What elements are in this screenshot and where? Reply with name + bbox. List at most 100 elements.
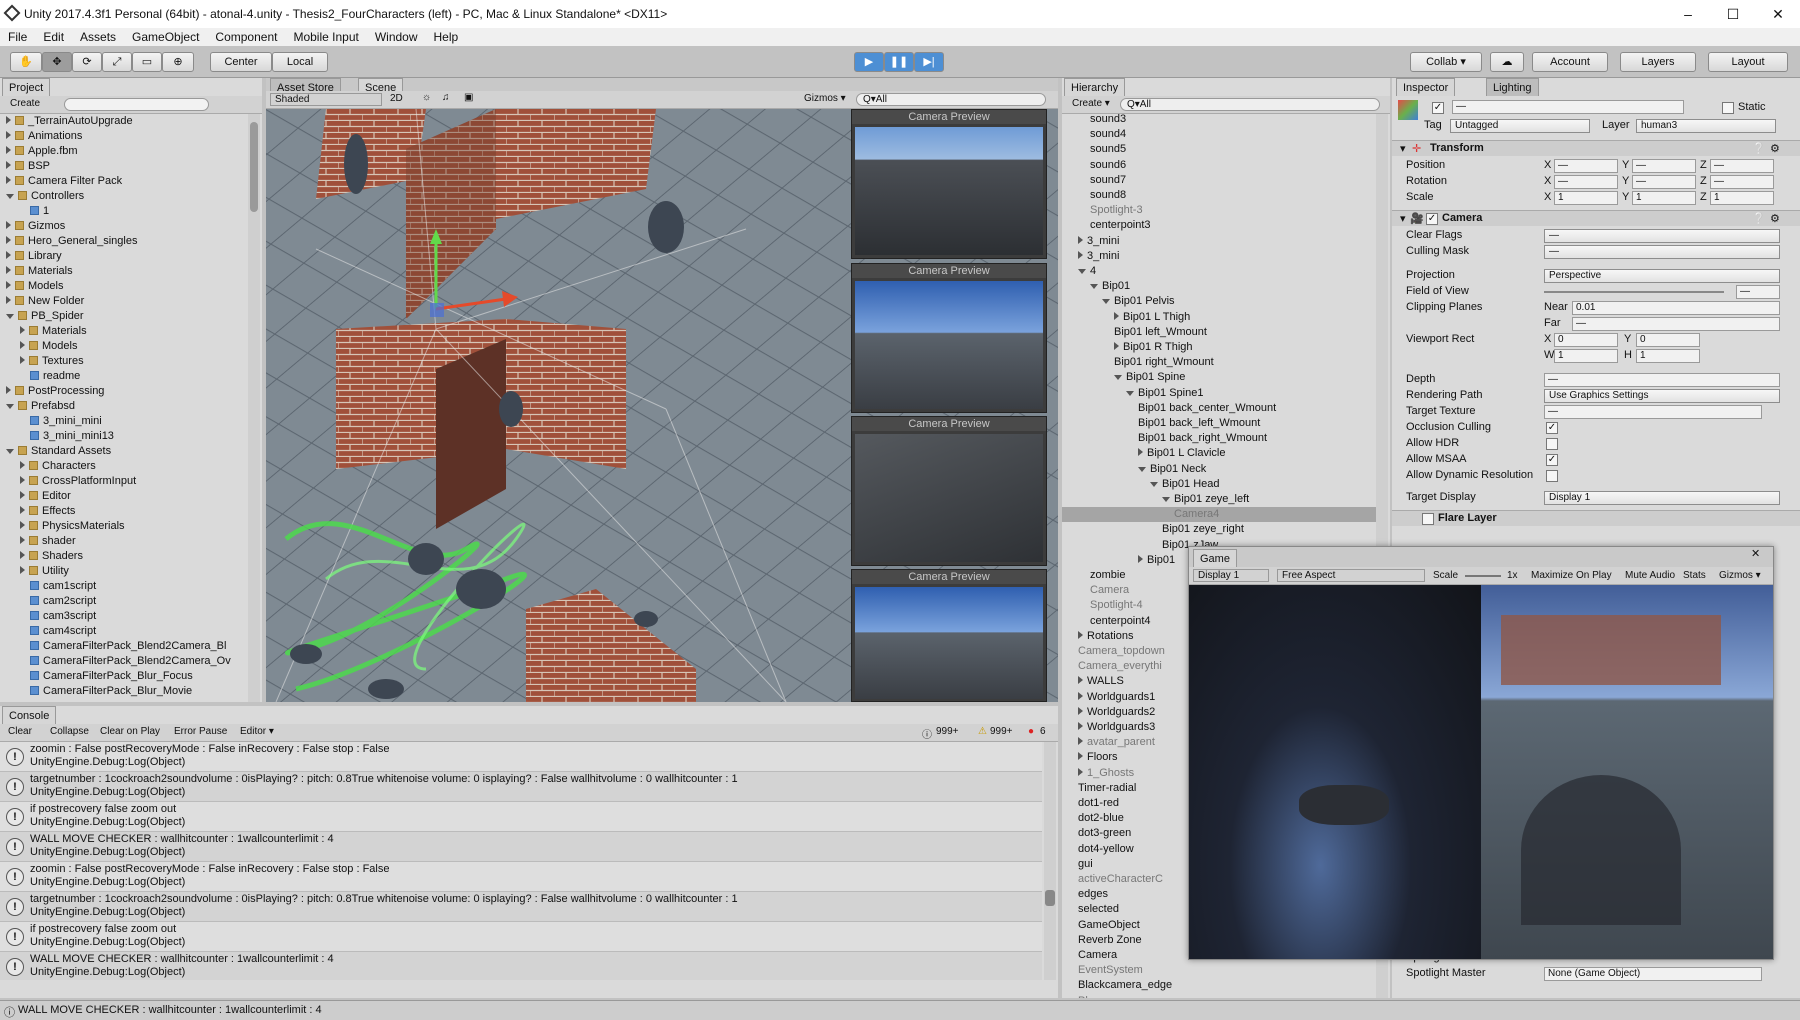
menu-file[interactable]: File [0, 30, 35, 44]
expand-arrow-icon[interactable] [20, 326, 25, 334]
game-aspect-dropdown[interactable]: Free Aspect [1277, 569, 1425, 582]
rotation-y-input[interactable]: — [1632, 175, 1696, 189]
scale-tool-icon[interactable]: ⤢ [102, 52, 132, 72]
project-item[interactable]: Utility [20, 564, 69, 579]
console-entry[interactable]: ! WALL MOVE CHECKER : wallhitcounter : 1w… [0, 832, 1042, 862]
expand-arrow-icon[interactable] [20, 536, 25, 544]
console-editor-dropdown[interactable]: Editor ▾ [240, 726, 274, 737]
console-entry[interactable]: ! if postrecovery false zoom out UnityEng… [0, 922, 1042, 952]
console-clear-button[interactable]: Clear [8, 726, 32, 737]
minimize-button[interactable]: – [1666, 0, 1710, 28]
expand-arrow-icon[interactable] [1090, 284, 1098, 290]
hierarchy-item[interactable]: sound5 [1062, 142, 1376, 157]
clear-flags-dropdown[interactable]: — [1544, 229, 1780, 243]
viewport-x-input[interactable]: 0 [1554, 333, 1618, 347]
console-scrollbar[interactable] [1044, 742, 1056, 980]
hierarchy-item[interactable]: Bip01 back_center_Wmount [1062, 401, 1376, 416]
expand-arrow-icon[interactable] [1078, 250, 1083, 259]
hierarchy-item[interactable]: Bip01 L Clavicle [1062, 446, 1376, 461]
move-tool-icon[interactable]: ✥ [42, 52, 72, 72]
project-item[interactable]: PhysicsMaterials [20, 519, 125, 534]
layers-dropdown[interactable]: Layers [1620, 52, 1696, 72]
project-item[interactable]: CameraFilterPack_Blur_Focus [20, 669, 193, 684]
static-checkbox[interactable] [1722, 102, 1734, 114]
hierarchy-item[interactable]: Bip01 Pelvis [1062, 294, 1376, 309]
project-item[interactable]: Materials [20, 324, 87, 339]
project-item[interactable]: cam2script [20, 594, 96, 609]
hierarchy-item[interactable]: Bip01 L Thigh [1062, 310, 1376, 325]
culling-mask-dropdown[interactable]: — [1544, 245, 1780, 259]
target-texture-field[interactable]: — [1544, 405, 1762, 419]
project-item[interactable]: Prefabsd [6, 399, 75, 414]
expand-arrow-icon[interactable] [6, 194, 14, 199]
expand-arrow-icon[interactable] [6, 251, 11, 259]
console-clear-on-play-button[interactable]: Clear on Play [100, 726, 160, 737]
console-error-pause-button[interactable]: Error Pause [174, 726, 227, 737]
transform-header[interactable]: ▾ ✛ Transform ❔ ⚙ [1392, 140, 1800, 156]
project-item[interactable]: CameraFilterPack_Blend2Camera_Bl [20, 639, 226, 654]
expand-arrow-icon[interactable] [6, 449, 14, 454]
project-item[interactable]: Editor [20, 489, 71, 504]
project-item[interactable]: shader [20, 534, 76, 549]
expand-arrow-icon[interactable] [1162, 497, 1170, 502]
project-item[interactable]: Camera Filter Pack [6, 174, 122, 189]
hierarchy-item[interactable]: Bip01 left_Wmount [1062, 325, 1376, 340]
console-entry[interactable]: ! if postrecovery false zoom out UnityEng… [0, 802, 1042, 832]
near-input[interactable]: 0.01 [1572, 301, 1780, 315]
expand-arrow-icon[interactable] [6, 221, 11, 229]
shading-mode-dropdown[interactable]: Shaded [270, 93, 382, 106]
project-item[interactable]: Controllers [6, 189, 84, 204]
expand-arrow-icon[interactable] [20, 551, 25, 559]
rotation-z-input[interactable]: — [1710, 175, 1774, 189]
play-button-icon[interactable]: ▶ [854, 52, 884, 72]
project-item[interactable]: Materials [6, 264, 73, 279]
viewport-w-input[interactable]: 1 [1554, 349, 1618, 363]
hierarchy-item[interactable]: centerpoint3 [1062, 218, 1376, 233]
expand-arrow-icon[interactable] [1078, 691, 1083, 700]
gameobject-name-input[interactable]: — [1452, 100, 1684, 114]
scene-search-input[interactable]: Q▾All [856, 93, 1046, 106]
project-item[interactable]: CameraFilterPack_Blend2Camera_Ov [20, 654, 231, 669]
console-scroll-thumb[interactable] [1045, 890, 1055, 906]
rotate-tool-icon[interactable]: ⟳ [72, 52, 102, 72]
warning-count-icon[interactable]: ⚠ [978, 726, 987, 737]
active-checkbox[interactable]: ✓ [1432, 102, 1444, 114]
hierarchy-item[interactable]: Bip01 zeye_left [1062, 492, 1376, 507]
menu-gameobject[interactable]: GameObject [124, 30, 207, 44]
project-create-button[interactable]: Create [10, 98, 40, 109]
component-settings-icon[interactable]: ⚙ [1770, 142, 1780, 155]
game-gizmos-dropdown[interactable]: Gizmos ▾ [1719, 570, 1761, 581]
expand-arrow-icon[interactable] [1078, 676, 1083, 685]
tag-dropdown[interactable]: Untagged [1450, 119, 1590, 133]
scale-y-input[interactable]: 1 [1632, 191, 1696, 205]
expand-arrow-icon[interactable] [20, 566, 25, 574]
project-item[interactable]: readme [20, 369, 80, 384]
hierarchy-item[interactable]: Bip01 back_left_Wmount [1062, 416, 1376, 431]
console-entry[interactable]: ! targetnumber : 1cockroach2soundvolume :… [0, 772, 1042, 802]
project-item[interactable]: BSP [6, 159, 50, 174]
hierarchy-search-input[interactable]: Q▾All [1120, 98, 1380, 111]
expand-arrow-icon[interactable] [6, 266, 11, 274]
tab-hierarchy[interactable]: Hierarchy [1064, 78, 1126, 96]
camera-enabled-checkbox[interactable]: ✓ [1426, 213, 1438, 225]
project-item[interactable]: CameraFilterPack_Blur_Movie [20, 684, 192, 699]
project-search-input[interactable] [64, 98, 209, 111]
layer-dropdown[interactable]: human3 [1636, 119, 1776, 133]
game-display-dropdown[interactable]: Display 1 [1193, 569, 1269, 582]
expand-arrow-icon[interactable] [6, 146, 11, 154]
project-item[interactable]: 3_mini_mini [20, 414, 102, 429]
scale-x-input[interactable]: 1 [1554, 191, 1618, 205]
expand-arrow-icon[interactable] [1114, 342, 1119, 350]
occlusion-checkbox[interactable]: ✓ [1546, 422, 1558, 434]
expand-arrow-icon[interactable] [6, 296, 11, 304]
hand-tool-icon[interactable]: ✋ [10, 52, 42, 72]
expand-arrow-icon[interactable] [1078, 767, 1083, 776]
viewport-y-input[interactable]: 0 [1636, 333, 1700, 347]
project-item[interactable]: New Folder [6, 294, 84, 309]
step-button-icon[interactable]: ▶| [914, 52, 944, 72]
collab-button[interactable]: Collab ▾ [1410, 52, 1482, 72]
error-count-icon[interactable]: ● [1028, 726, 1034, 737]
console-entry[interactable]: ! zoomin : False postRecoveryMode : False… [0, 862, 1042, 892]
expand-arrow-icon[interactable] [20, 506, 25, 514]
account-dropdown[interactable]: Account [1532, 52, 1608, 72]
